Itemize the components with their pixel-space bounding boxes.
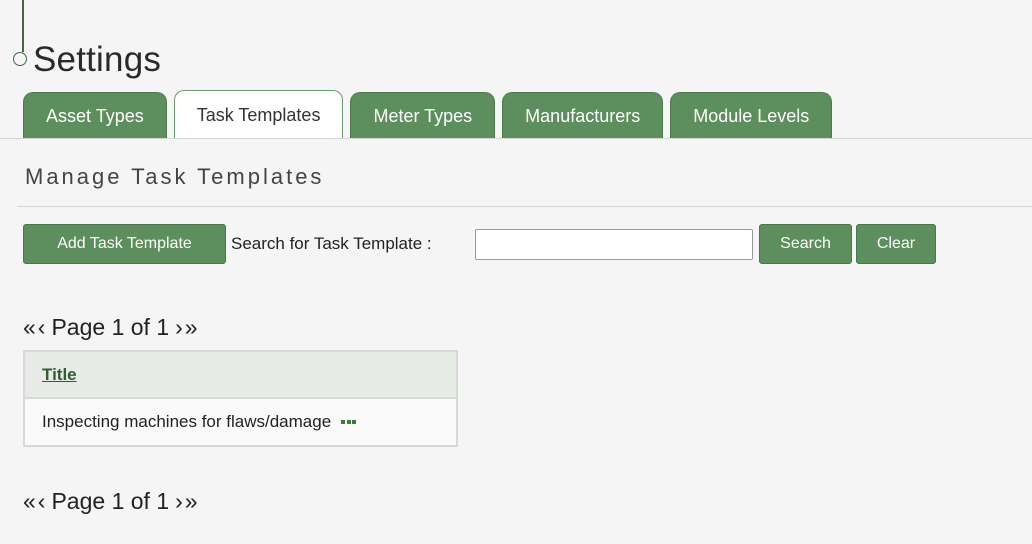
search-button[interactable]: Search (759, 224, 852, 264)
page-title: Settings (33, 40, 162, 79)
tab-meter-types[interactable]: Meter Types (350, 92, 496, 139)
section-divider (17, 206, 1032, 207)
search-input[interactable] (475, 229, 753, 260)
pager-top: « ‹ Page 1 of 1 › » (23, 314, 198, 341)
search-label: Search for Task Template : (231, 234, 432, 253)
more-options-icon[interactable] (341, 420, 358, 424)
table-row[interactable]: Inspecting machines for flaws/damage (25, 399, 456, 445)
first-page-icon[interactable]: « (23, 488, 36, 515)
add-task-template-button[interactable]: Add Task Template (23, 224, 226, 264)
table-header: Title (25, 352, 456, 399)
page-indicator: Page 1 of 1 (51, 488, 170, 514)
first-page-icon[interactable]: « (23, 314, 36, 341)
title-decoration-line (22, 0, 24, 52)
tab-manufacturers[interactable]: Manufacturers (502, 92, 664, 139)
last-page-icon[interactable]: » (185, 488, 198, 515)
section-heading: Manage Task Templates (25, 164, 325, 189)
tab-module-levels[interactable]: Module Levels (670, 92, 833, 139)
settings-page: Settings Asset Types Task Templates Mete… (0, 0, 1032, 544)
settings-tabs: Asset Types Task Templates Meter Types M… (23, 90, 839, 139)
title-decoration-circle (13, 52, 27, 66)
pager-bottom: « ‹ Page 1 of 1 › » (23, 488, 198, 515)
next-page-icon[interactable]: › (175, 314, 183, 341)
last-page-icon[interactable]: » (185, 314, 198, 341)
prev-page-icon[interactable]: ‹ (38, 314, 46, 341)
clear-button[interactable]: Clear (856, 224, 936, 264)
tab-task-templates[interactable]: Task Templates (173, 90, 344, 139)
page-indicator: Page 1 of 1 (51, 314, 170, 340)
row-title: Inspecting machines for flaws/damage (42, 412, 332, 431)
title-column-header[interactable]: Title (42, 365, 77, 385)
tab-asset-types[interactable]: Asset Types (23, 92, 167, 139)
next-page-icon[interactable]: › (175, 488, 183, 515)
task-templates-table: Title Inspecting machines for flaws/dama… (23, 350, 458, 447)
prev-page-icon[interactable]: ‹ (38, 488, 46, 515)
tabs-divider (0, 138, 1032, 139)
